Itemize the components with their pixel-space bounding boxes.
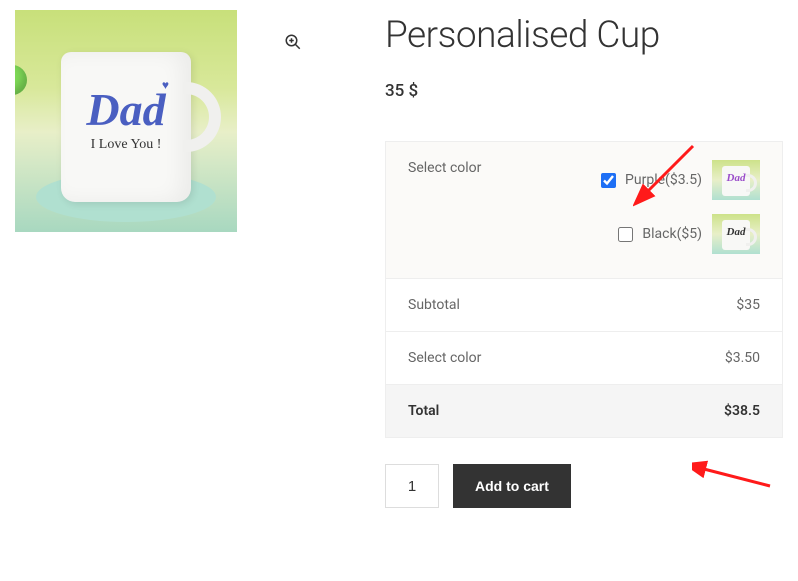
color-checkbox-black[interactable] xyxy=(618,227,633,242)
product-price: 35 $ xyxy=(385,81,783,101)
mug-print-main: Dad xyxy=(61,87,191,133)
total-value: $38.5 xyxy=(610,403,760,419)
product-title: Personalised Cup xyxy=(385,14,783,57)
addon-value: $3.50 xyxy=(610,350,760,366)
color-label-purple: Purple($3.5) xyxy=(625,172,702,188)
zoom-in-icon[interactable] xyxy=(279,28,307,56)
color-label-black: Black($5) xyxy=(642,226,702,242)
mug-print-sub: I Love You ! xyxy=(61,137,191,153)
color-swatch-black: Dad xyxy=(712,214,760,254)
color-checkbox-purple[interactable] xyxy=(601,173,616,188)
color-swatch-purple: Dad xyxy=(712,160,760,200)
select-color-label: Select color xyxy=(408,160,597,176)
quantity-input[interactable] xyxy=(385,464,439,508)
options-panel: Select color Purple($3.5) Dad Black($5) … xyxy=(385,141,783,438)
subtotal-label: Subtotal xyxy=(408,297,610,313)
addon-label: Select color xyxy=(408,350,610,366)
color-option-purple[interactable]: Purple($3.5) Dad xyxy=(597,160,760,200)
subtotal-value: $35 xyxy=(610,297,760,313)
total-label: Total xyxy=(408,403,610,419)
add-to-cart-button[interactable]: Add to cart xyxy=(453,464,571,508)
product-main-image[interactable]: ♥ Dad I Love You ! xyxy=(15,10,237,232)
color-option-black[interactable]: Black($5) Dad xyxy=(597,214,760,254)
